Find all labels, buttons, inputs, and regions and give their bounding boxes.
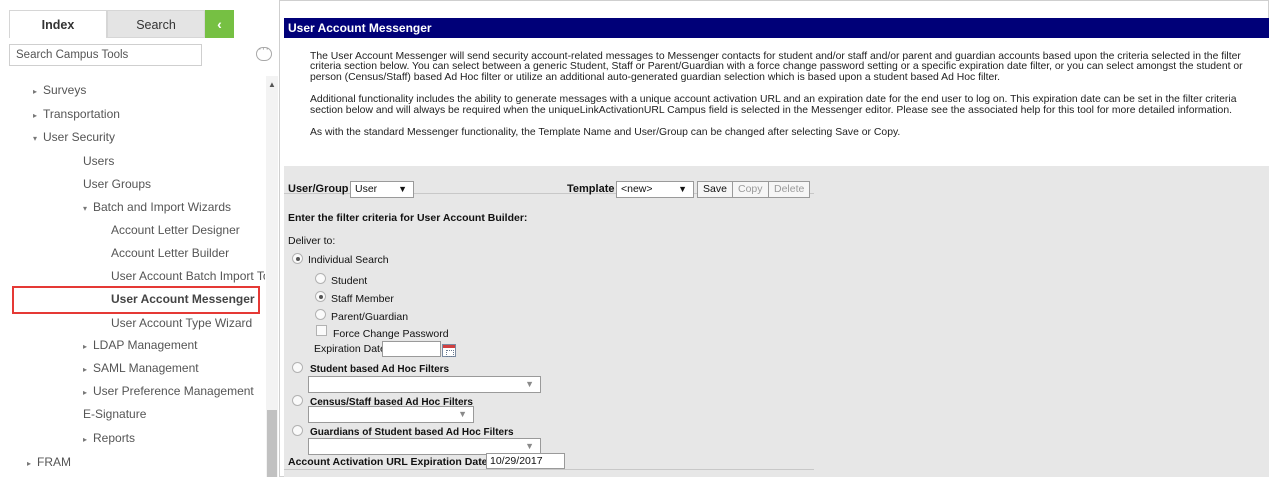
template-label: Template bbox=[567, 183, 615, 195]
deliver-to-label: Deliver to: bbox=[288, 235, 336, 247]
dropdown-arrow-icon: ▼ bbox=[678, 184, 687, 194]
tree-item-label: Surveys bbox=[43, 83, 87, 97]
tree-item-label: Transportation bbox=[43, 107, 120, 121]
expand-arrow-icon: ▸ bbox=[83, 365, 88, 374]
tree-item-label: Account Letter Builder bbox=[111, 246, 230, 260]
student-label: Student bbox=[331, 275, 368, 287]
guardians-adhoc-label: Guardians of Student based Ad Hoc Filter… bbox=[310, 427, 514, 438]
tree-item-saml-management[interactable]: ▸ SAML Management bbox=[83, 358, 199, 378]
tree-item-label: User Account Type Wizard bbox=[111, 316, 253, 330]
tree-item-users[interactable]: Users bbox=[83, 151, 114, 171]
tree-item-label: User Security bbox=[43, 130, 116, 144]
main-content: User Account Messenger The User Account … bbox=[284, 18, 1269, 477]
tree-item-account-type-wizard[interactable]: User Account Type Wizard bbox=[111, 313, 252, 333]
search-input[interactable] bbox=[10, 45, 201, 65]
chat-bubble-icon[interactable] bbox=[256, 43, 272, 61]
tree-item-label: Account Letter Designer bbox=[111, 223, 240, 237]
tree-item-surveys[interactable]: ▸ Surveys bbox=[33, 80, 86, 100]
tree-item-e-signature[interactable]: E-Signature bbox=[83, 404, 146, 424]
filter-heading: Enter the filter criteria for User Accou… bbox=[288, 212, 528, 224]
tree-item-account-letter-designer[interactable]: Account Letter Designer bbox=[111, 220, 240, 240]
census-adhoc-select[interactable]: ▼ bbox=[308, 406, 474, 423]
dropdown-arrow-icon: ▼ bbox=[525, 379, 534, 389]
expand-arrow-icon: ▸ bbox=[27, 459, 32, 468]
description-paragraph-1: The User Account Messenger will send sec… bbox=[310, 51, 1243, 83]
description-panel: The User Account Messenger will send sec… bbox=[284, 38, 1269, 166]
student-adhoc-select[interactable]: ▼ bbox=[308, 376, 541, 393]
student-adhoc-label: Student based Ad Hoc Filters bbox=[310, 364, 450, 375]
expand-arrow-icon: ▸ bbox=[83, 388, 88, 397]
tree-item-user-groups[interactable]: User Groups bbox=[83, 174, 151, 194]
page-title: User Account Messenger bbox=[284, 18, 1269, 38]
tree-item-fram[interactable]: ▸ FRAM bbox=[27, 452, 71, 472]
tree-item-label: LDAP Management bbox=[93, 338, 198, 352]
expand-arrow-icon: ▸ bbox=[33, 111, 38, 120]
left-nav-panel: Index Search ‹ ▸Surveys ▸Transportation … bbox=[0, 0, 280, 477]
delete-button[interactable]: Delete bbox=[768, 181, 811, 198]
collapse-panel-button[interactable]: ‹ bbox=[205, 10, 234, 38]
tree-item-label: User Account Batch Import Too bbox=[111, 269, 265, 283]
tree-item-label: FRAM bbox=[37, 455, 71, 469]
student-radio[interactable] bbox=[315, 273, 326, 284]
parent-guardian-label: Parent/Guardian bbox=[331, 311, 409, 323]
selection-highlight-box bbox=[12, 286, 260, 314]
student-adhoc-radio[interactable] bbox=[292, 362, 303, 373]
census-adhoc-radio[interactable] bbox=[292, 395, 303, 406]
save-button[interactable]: Save bbox=[697, 181, 733, 198]
nav-tree: ▸ Surveys ▸ Transportation ▾ User Security … bbox=[9, 76, 265, 477]
expand-arrow-icon: ▸ bbox=[33, 87, 38, 96]
tree-item-label: Batch and Import Wizards bbox=[93, 200, 232, 214]
staff-member-radio[interactable] bbox=[315, 291, 326, 302]
tree-item-label: User Preference Management bbox=[93, 384, 254, 398]
user-group-label: User/Group bbox=[288, 183, 349, 195]
tree-item-label: SAML Management bbox=[93, 361, 199, 375]
parent-guardian-radio[interactable] bbox=[315, 309, 326, 320]
tab-index[interactable]: Index bbox=[9, 10, 107, 38]
dropdown-arrow-icon: ▼ bbox=[398, 184, 407, 194]
tree-item-account-letter-builder[interactable]: Account Letter Builder bbox=[111, 243, 229, 263]
user-group-value: User bbox=[355, 183, 378, 195]
guardians-adhoc-radio[interactable] bbox=[292, 425, 303, 436]
expiration-date-label: Expiration Date bbox=[314, 343, 386, 355]
individual-search-radio[interactable] bbox=[292, 253, 303, 264]
user-group-select[interactable]: User ▼ bbox=[350, 181, 414, 198]
tree-item-batch-import-wizards[interactable]: ▾ Batch and Import Wizards bbox=[83, 197, 231, 217]
expand-arrow-icon: ▸ bbox=[83, 342, 88, 351]
form-divider bbox=[284, 469, 814, 470]
expand-arrow-icon: ▸ bbox=[83, 435, 88, 444]
staff-member-label: Staff Member bbox=[331, 293, 394, 305]
dropdown-arrow-icon: ▼ bbox=[458, 409, 467, 419]
tree-item-user-preference-management[interactable]: ▸ User Preference Management bbox=[83, 381, 254, 401]
tree-item-label: E-Signature bbox=[83, 407, 147, 421]
search-box bbox=[9, 44, 202, 66]
activation-expiration-input[interactable]: 10/29/2017 bbox=[486, 453, 565, 469]
scrollbar-thumb[interactable] bbox=[267, 410, 277, 477]
tree-item-label: User Groups bbox=[83, 177, 152, 191]
description-paragraph-2: Additional functionality includes the ab… bbox=[310, 94, 1237, 116]
force-change-password-label: Force Change Password bbox=[333, 328, 449, 340]
tree-item-reports[interactable]: ▸ Reports bbox=[83, 428, 135, 448]
filter-form: User/Group User ▼ Template <new> ▼ Save … bbox=[284, 166, 1269, 477]
dropdown-arrow-icon: ▼ bbox=[525, 441, 534, 451]
collapse-arrow-icon: ▾ bbox=[33, 134, 38, 143]
tree-item-label: Users bbox=[83, 154, 115, 168]
activation-expiration-label: Account Activation URL Expiration Date: bbox=[288, 456, 492, 468]
force-change-password-checkbox[interactable] bbox=[316, 325, 327, 336]
tree-item-ldap-management[interactable]: ▸ LDAP Management bbox=[83, 335, 198, 355]
template-value: <new> bbox=[621, 183, 653, 195]
collapse-arrow-icon: ▾ bbox=[83, 204, 88, 213]
copy-button[interactable]: Copy bbox=[732, 181, 769, 198]
tree-item-label: Reports bbox=[93, 431, 136, 445]
tree-item-batch-import-tool[interactable]: User Account Batch Import Too bbox=[111, 266, 265, 286]
scroll-up-arrow-icon[interactable]: ▲ bbox=[268, 80, 276, 89]
expiration-date-input[interactable] bbox=[382, 341, 441, 357]
nav-tabs: Index Search ‹ bbox=[9, 10, 277, 38]
individual-search-label: Individual Search bbox=[308, 254, 389, 266]
tree-item-user-security[interactable]: ▾ User Security bbox=[33, 127, 115, 147]
calendar-icon[interactable] bbox=[442, 344, 456, 357]
tab-search[interactable]: Search bbox=[107, 10, 205, 38]
tree-item-transportation[interactable]: ▸ Transportation bbox=[33, 104, 120, 124]
template-select[interactable]: <new> ▼ bbox=[616, 181, 694, 198]
description-paragraph-3: As with the standard Messenger functiona… bbox=[310, 127, 901, 139]
